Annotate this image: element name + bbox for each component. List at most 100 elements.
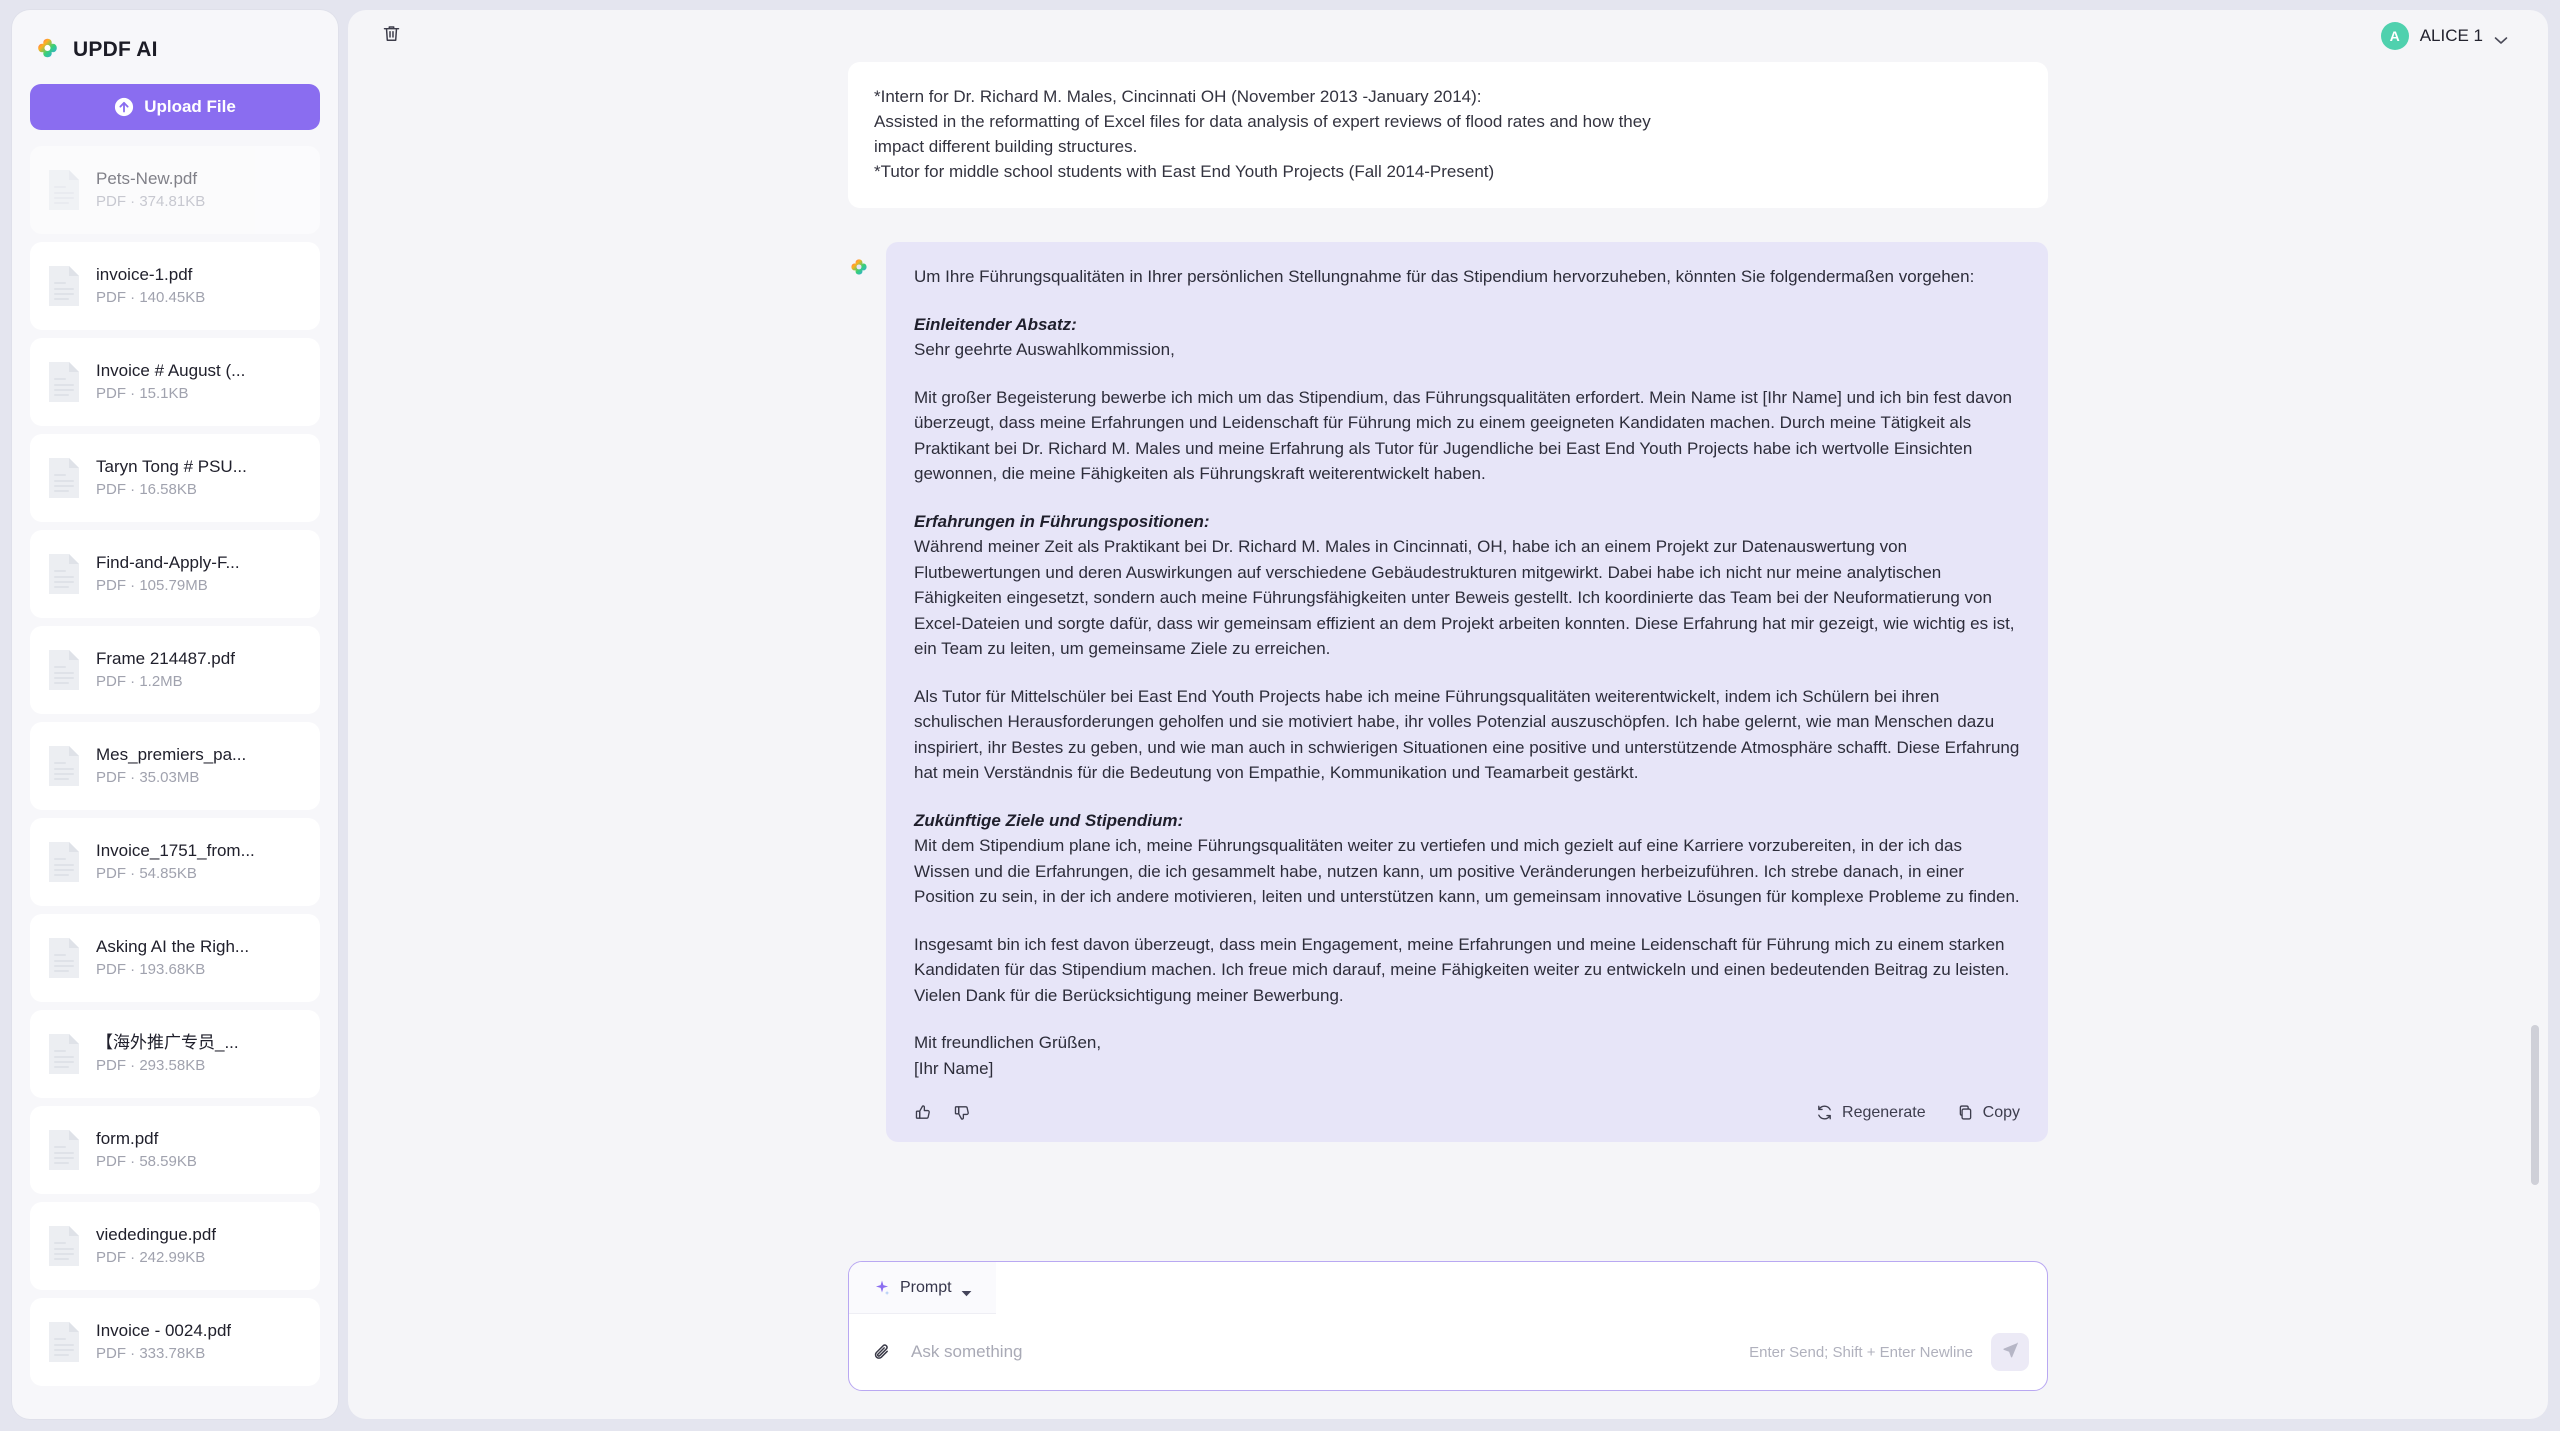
pdf-file-icon xyxy=(46,840,82,884)
copy-button[interactable]: Copy xyxy=(1956,1103,2020,1122)
updf-ai-logo-icon xyxy=(848,258,870,280)
ai-paragraph: Als Tutor für Mittelschüler bei East End… xyxy=(914,686,2020,783)
ai-paragraph: Mit dem Stipendium plane ich, meine Führ… xyxy=(914,836,2020,906)
pdf-file-icon xyxy=(46,1128,82,1172)
ai-paragraph: Insgesamt bin ich fest davon überzeugt, … xyxy=(914,934,2010,1005)
file-meta: PDF · 16.58KB xyxy=(96,481,197,499)
triangle-down-icon xyxy=(961,1284,972,1297)
ai-section-heading: Zukünftige Ziele und Stipendium: xyxy=(914,810,1184,830)
file-name: Frame 214487.pdf xyxy=(96,649,235,669)
message-list: *Intern for Dr. Richard M. Males, Cincin… xyxy=(848,62,2048,1142)
composer-area: Prompt Enter Send; Shift + Enter Newline xyxy=(348,1235,2548,1419)
file-list-item[interactable]: Taryn Tong # PSU... PDF · 16.58KB xyxy=(30,434,320,522)
regenerate-label: Regenerate xyxy=(1842,1103,1926,1121)
upload-file-button[interactable]: Upload File xyxy=(30,84,320,130)
file-meta: PDF · 193.68KB xyxy=(96,961,206,979)
file-list-item[interactable]: 【海外推广专员_... PDF · 293.58KB xyxy=(30,1010,320,1098)
upload-file-label: Upload File xyxy=(144,97,236,116)
file-list-item[interactable]: Invoice_1751_from... PDF · 54.85KB xyxy=(30,818,320,906)
delete-conversation-button[interactable] xyxy=(374,19,408,53)
prompt-label: Prompt xyxy=(900,1278,952,1296)
file-meta: PDF · 374.81KB xyxy=(96,193,206,211)
send-hint: Enter Send; Shift + Enter Newline xyxy=(1749,1343,1973,1361)
copy-label: Copy xyxy=(1982,1103,2020,1121)
brand-name: UPDF AI xyxy=(73,38,158,61)
app-root: UPDF AI Upload File Pets-New.pdf PDF · 3… xyxy=(0,0,2560,1431)
file-list-item[interactable]: viededingue.pdf PDF · 242.99KB xyxy=(30,1202,320,1290)
file-meta: PDF · 140.45KB xyxy=(96,289,206,307)
file-name: Invoice # August (... xyxy=(96,361,246,381)
file-list-item[interactable]: Find-and-Apply-F... PDF · 105.79MB xyxy=(30,530,320,618)
file-name: Invoice_1751_from... xyxy=(96,841,255,861)
file-meta: PDF · 333.78KB xyxy=(96,1345,206,1363)
user-menu[interactable]: A ALICE 1 xyxy=(2380,22,2522,50)
composer: Prompt Enter Send; Shift + Enter Newline xyxy=(848,1261,2048,1391)
file-name: 【海外推广专员_... xyxy=(96,1033,239,1053)
file-list-item[interactable]: Pets-New.pdf PDF · 374.81KB xyxy=(30,146,320,234)
file-meta: PDF · 54.85KB xyxy=(96,865,197,883)
topbar: A ALICE 1 xyxy=(348,10,2548,62)
pdf-file-icon xyxy=(46,264,82,308)
file-list-item[interactable]: Invoice - 0024.pdf PDF · 333.78KB xyxy=(30,1298,320,1386)
file-list-item[interactable]: form.pdf PDF · 58.59KB xyxy=(30,1106,320,1194)
paperclip-icon[interactable] xyxy=(871,1341,893,1363)
prompt-selector[interactable]: Prompt xyxy=(849,1262,996,1314)
thumbs-up-button[interactable] xyxy=(914,1103,933,1122)
copy-icon xyxy=(1956,1103,1975,1122)
file-list-item[interactable]: Frame 214487.pdf PDF · 1.2MB xyxy=(30,626,320,714)
user-message: *Intern for Dr. Richard M. Males, Cincin… xyxy=(848,62,2048,208)
ai-action-bar: Regenerate Copy xyxy=(914,1103,2020,1126)
chevron-down-icon xyxy=(2494,32,2508,44)
pdf-file-icon xyxy=(46,936,82,980)
send-button[interactable] xyxy=(1991,1333,2029,1371)
file-list-item[interactable]: invoice-1.pdf PDF · 140.45KB xyxy=(30,242,320,330)
conversation-scrollbar[interactable] xyxy=(2531,62,2539,1419)
refresh-icon xyxy=(1815,1103,1834,1122)
file-list-item[interactable]: Mes_premiers_pa... PDF · 35.03MB xyxy=(30,722,320,810)
ai-message-bubble: Um Ihre Führungsqualitäten in Ihrer pers… xyxy=(886,242,2048,1142)
pdf-file-icon xyxy=(46,456,82,500)
scrollbar-thumb[interactable] xyxy=(2531,1025,2539,1186)
user-name: ALICE 1 xyxy=(2419,26,2483,45)
pdf-file-icon xyxy=(46,360,82,404)
file-meta: PDF · 105.79MB xyxy=(96,577,208,595)
file-list-item[interactable]: Invoice # August (... PDF · 15.1KB xyxy=(30,338,320,426)
avatar: A xyxy=(2380,22,2409,50)
regenerate-button[interactable]: Regenerate xyxy=(1815,1103,1926,1122)
ask-input[interactable] xyxy=(911,1342,1732,1362)
updf-flower-logo-icon xyxy=(34,37,61,64)
conversation-scroll[interactable]: *Intern for Dr. Richard M. Males, Cincin… xyxy=(348,62,2548,1235)
file-name: Taryn Tong # PSU... xyxy=(96,457,247,477)
file-name: Asking AI the Righ... xyxy=(96,937,250,957)
trash-icon xyxy=(381,23,402,49)
ai-paragraph: Mit großer Begeisterung bewerbe ich mich… xyxy=(914,387,2012,484)
file-meta: PDF · 293.58KB xyxy=(96,1057,206,1075)
file-name: Mes_premiers_pa... xyxy=(96,745,247,765)
pdf-file-icon xyxy=(46,744,82,788)
ai-section-heading: Erfahrungen in Führungspositionen: xyxy=(914,511,1210,531)
brand: UPDF AI xyxy=(30,32,320,66)
pdf-file-icon xyxy=(46,168,82,212)
thumbs-up-icon xyxy=(914,1103,933,1122)
ai-intro: Um Ihre Führungsqualitäten in Ihrer pers… xyxy=(914,267,1975,286)
sidebar: UPDF AI Upload File Pets-New.pdf PDF · 3… xyxy=(12,10,338,1419)
ai-section-heading: Einleitender Absatz: xyxy=(914,314,1077,334)
ai-sections: Einleitender Absatz: Sehr geehrte Auswahl… xyxy=(914,312,2020,1009)
file-meta: PDF · 35.03MB xyxy=(96,769,200,787)
pdf-file-icon xyxy=(46,552,82,596)
file-list-item[interactable]: Asking AI the Righ... PDF · 193.68KB xyxy=(30,914,320,1002)
pdf-file-icon xyxy=(46,1224,82,1268)
file-meta: PDF · 242.99KB xyxy=(96,1249,206,1267)
sparkle-icon xyxy=(873,1279,891,1297)
file-list[interactable]: Pets-New.pdf PDF · 374.81KB invoice-1.pd… xyxy=(30,146,320,1409)
thumbs-down-icon xyxy=(953,1103,972,1122)
file-meta: PDF · 1.2MB xyxy=(96,673,183,691)
ai-message-row: Um Ihre Führungsqualitäten in Ihrer pers… xyxy=(848,242,2048,1142)
file-name: form.pdf xyxy=(96,1129,159,1149)
main-panel: A ALICE 1 *Intern for Dr. Richard M. Mal… xyxy=(348,10,2548,1419)
file-name: Pets-New.pdf xyxy=(96,169,198,189)
upload-arrow-icon xyxy=(114,97,134,117)
file-name: invoice-1.pdf xyxy=(96,265,193,285)
send-paper-plane-icon xyxy=(2001,1340,2020,1364)
thumbs-down-button[interactable] xyxy=(953,1103,972,1122)
